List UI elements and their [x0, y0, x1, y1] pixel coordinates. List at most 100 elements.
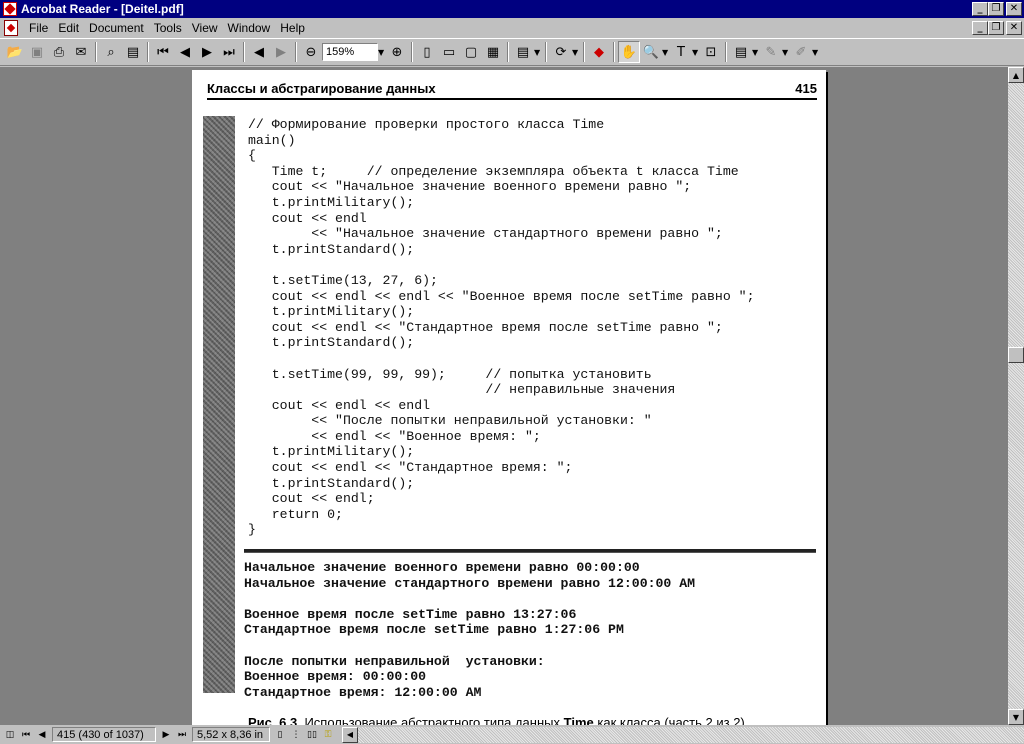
document-viewport[interactable]: Классы и абстрагирование данных 415 // Ф… — [0, 67, 1008, 725]
menu-tools[interactable]: Tools — [149, 21, 187, 35]
window-controls: _ ❐ ✕ — [972, 2, 1022, 16]
page-layout-dropdown-icon[interactable]: ▼ — [534, 48, 542, 57]
fit-page-icon[interactable]: ▭ — [438, 41, 460, 63]
vertical-scroll-thumb[interactable] — [1008, 347, 1024, 363]
last-page-icon[interactable]: ⏭ — [218, 41, 240, 63]
output-line: Начальное значение военного времени равн… — [244, 560, 640, 575]
print-icon[interactable]: ⎙ — [48, 41, 70, 63]
continuous-layout-icon[interactable]: ⋮ — [288, 727, 304, 742]
toolbar-separator — [507, 42, 509, 62]
actual-size-icon[interactable]: ▯ — [416, 41, 438, 63]
previous-page-small-icon[interactable]: ◀ — [34, 727, 50, 742]
doc-minimize-button[interactable]: _ — [972, 21, 988, 35]
previous-page-icon[interactable]: ◀ — [174, 41, 196, 63]
next-page-icon[interactable]: ▶ — [196, 41, 218, 63]
open-icon[interactable]: 📂 — [4, 41, 26, 63]
code-line: t.printStandard(); — [248, 241, 415, 257]
zoom-tool-icon[interactable]: 🔍 — [640, 41, 662, 63]
hand-tool-icon[interactable]: ✋ — [618, 41, 640, 63]
code-line: cout << endl << endl — [248, 397, 431, 413]
toolbar-separator — [411, 42, 413, 62]
first-page-icon[interactable]: ⏮ — [152, 41, 174, 63]
menu-document[interactable]: Document — [84, 21, 149, 35]
bookmarks-panel-icon[interactable]: ▤ — [122, 41, 144, 63]
menu-file[interactable]: File — [24, 21, 53, 35]
caption-label: Рис. 6.3. — [248, 715, 301, 725]
menu-view[interactable]: View — [187, 21, 223, 35]
code-line: t.printMilitary(); — [248, 304, 415, 320]
text-select-icon[interactable]: T — [670, 41, 692, 63]
zoom-dropdown-icon[interactable]: ▼ — [378, 48, 386, 57]
rotate-dropdown-icon[interactable]: ▼ — [572, 48, 580, 57]
facing-layout-icon[interactable]: ▯▯ — [304, 727, 320, 742]
rotate-icon[interactable]: ⟳ — [550, 41, 572, 63]
minimize-button[interactable]: _ — [972, 2, 988, 16]
note-tool-icon[interactable]: ▤ — [730, 41, 752, 63]
output-divider — [244, 549, 816, 553]
code-line: << "После попытки неправильной установки… — [248, 413, 652, 429]
security-key-icon[interactable]: ⚿ — [320, 727, 336, 742]
zoom-field[interactable]: 159% — [322, 43, 378, 61]
output-line: Начальное значение стандартного времени … — [244, 575, 696, 591]
navigation-pane-toggle-icon[interactable]: ◫ — [2, 727, 18, 742]
zoom-tool-dropdown-icon[interactable]: ▼ — [662, 48, 670, 57]
page-indicator: 415 (430 of 1037) — [57, 728, 144, 741]
scroll-left-button[interactable]: ◀ — [342, 726, 358, 743]
restore-button[interactable]: ❐ — [988, 2, 1004, 16]
document-window-icon[interactable] — [4, 20, 18, 36]
email-icon[interactable]: ✉ — [70, 41, 92, 63]
document-window-controls: _ ❐ ✕ — [972, 21, 1022, 35]
code-line: // Формирование проверки простого класса… — [248, 117, 605, 132]
code-line: cout << "Начальное значение военного вре… — [248, 179, 692, 195]
menu-window[interactable]: Window — [223, 21, 276, 35]
vertical-scrollbar[interactable]: ▲ ▼ — [1008, 67, 1024, 725]
program-output: Начальное значение военного времени равн… — [244, 560, 814, 700]
highlighter-dropdown-icon[interactable]: ▼ — [812, 48, 820, 57]
snapshot-icon[interactable]: ⊡ — [700, 41, 722, 63]
note-dropdown-icon[interactable]: ▼ — [752, 48, 760, 57]
caption-bold-word: Time — [563, 715, 594, 725]
toolbar-separator — [725, 42, 727, 62]
pencil-tool-icon[interactable]: ✎ — [760, 41, 782, 63]
first-page-small-icon[interactable]: ⏮ — [18, 727, 34, 742]
code-listing: // Формирование проверки простого класса… — [248, 117, 818, 538]
find-icon[interactable]: ⌕ — [100, 41, 122, 63]
zoom-out-icon[interactable]: ⊖ — [300, 41, 322, 63]
scroll-up-button[interactable]: ▲ — [1008, 67, 1024, 83]
fit-width-icon[interactable]: ▢ — [460, 41, 482, 63]
go-forward-icon[interactable]: ▶ — [270, 41, 292, 63]
toolbar-separator — [583, 42, 585, 62]
zoom-in-icon[interactable]: ⊕ — [386, 41, 408, 63]
go-back-icon[interactable]: ◀ — [248, 41, 270, 63]
acrobat-app-icon[interactable] — [3, 2, 17, 16]
toolbar-separator — [613, 42, 615, 62]
doc-close-button[interactable]: ✕ — [1006, 21, 1022, 35]
code-line: t.printStandard(); — [248, 335, 415, 351]
reflow-icon[interactable]: ▦ — [482, 41, 504, 63]
page-layout-icon[interactable]: ▤ — [512, 41, 534, 63]
horizontal-scrollbar[interactable]: ◀ — [342, 726, 1024, 743]
last-page-small-icon[interactable]: ⏭ — [174, 727, 190, 742]
highlighter-tool-icon[interactable]: ✐ — [790, 41, 812, 63]
page-indicator-field[interactable]: 415 (430 of 1037) — [52, 727, 156, 742]
menu-edit[interactable]: Edit — [53, 21, 84, 35]
acrobat-online-icon[interactable]: ◆ — [588, 41, 610, 63]
scroll-down-button[interactable]: ▼ — [1008, 709, 1024, 725]
single-page-layout-icon[interactable]: ▯ — [272, 727, 288, 742]
save-icon[interactable]: ▣ — [26, 41, 48, 63]
code-line: t.setTime(99, 99, 99); // попытка устано… — [248, 366, 652, 382]
close-button[interactable]: ✕ — [1006, 2, 1022, 16]
pencil-dropdown-icon[interactable]: ▼ — [782, 48, 790, 57]
text-select-dropdown-icon[interactable]: ▼ — [692, 48, 700, 57]
menu-help[interactable]: Help — [275, 21, 310, 35]
code-line: cout << endl << "Стандартное время: "; — [248, 460, 573, 476]
output-line: После попытки неправильной установки: — [244, 653, 545, 669]
page-header: Классы и абстрагирование данных 415 — [207, 80, 817, 100]
next-page-small-icon[interactable]: ▶ — [158, 727, 174, 742]
output-line: Стандартное время после setTime равно 1:… — [244, 622, 624, 638]
code-line: cout << endl — [248, 210, 367, 226]
doc-restore-button[interactable]: ❐ — [988, 21, 1004, 35]
output-line: Военное время: 00:00:00 — [244, 669, 427, 685]
